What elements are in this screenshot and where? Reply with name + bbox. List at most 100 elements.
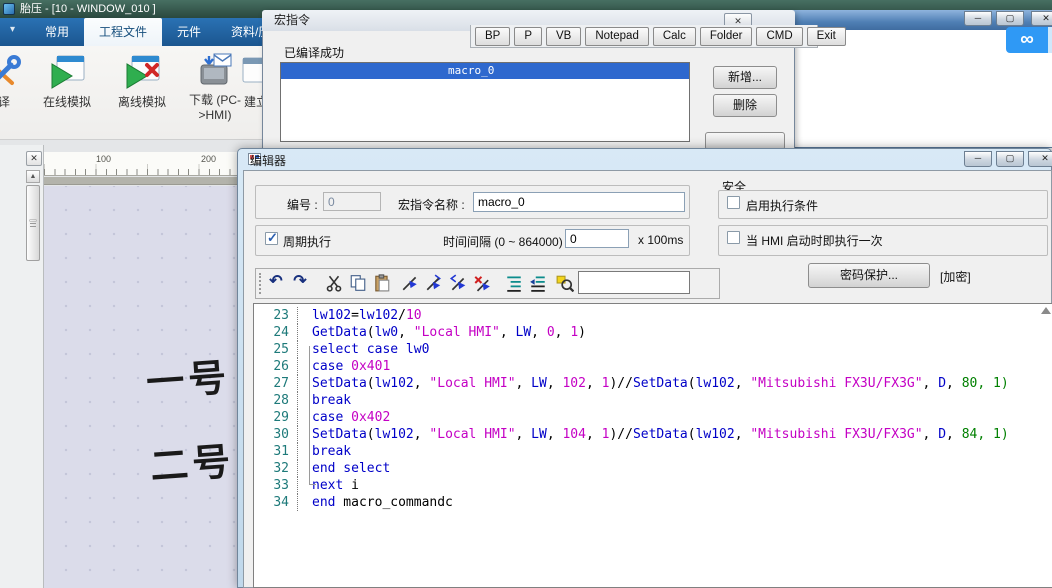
line-number: 31: [254, 443, 298, 460]
run-once-label: 当 HMI 启动时即执行一次: [746, 232, 883, 249]
encrypted-label: [加密]: [940, 268, 971, 285]
code-line: 23lw102=lw102/10: [254, 307, 1052, 324]
code-line: 34end macro_commandc: [254, 494, 1052, 511]
tab-object[interactable]: 元件: [162, 18, 216, 46]
ribbon-item-online-sim[interactable]: 在线模拟: [25, 54, 109, 110]
ruler-mark-200: 200: [201, 154, 216, 164]
code-line: 28break: [254, 392, 1052, 409]
redo-icon[interactable]: ↷: [290, 272, 310, 292]
cloud-badge[interactable]: ∞: [1006, 27, 1048, 53]
app-icon: [3, 3, 15, 15]
dock-close-button[interactable]: ✕: [26, 151, 42, 166]
exec-condition-checkbox[interactable]: [727, 196, 740, 209]
macro-list-selected-row[interactable]: [ID : 000] {P} [加密] macro_0: [281, 63, 689, 79]
toolbar-search-input[interactable]: [578, 271, 690, 294]
ribbon-item-offline-sim[interactable]: 离线模拟: [100, 54, 184, 110]
macro-add-button[interactable]: 新增...: [713, 66, 777, 89]
outdent-icon[interactable]: [529, 274, 547, 292]
editor-maximize-button[interactable]: ▢: [996, 151, 1024, 167]
interval-label: 时间间隔 (0 ~ 864000) :: [443, 233, 569, 250]
bookmark-prev-icon[interactable]: [449, 274, 467, 292]
launcher-button-calc[interactable]: Calc: [653, 27, 696, 46]
ribbon-label-download-2: >HMI): [199, 108, 232, 122]
ribbon-label-offline-sim: 离线模拟: [118, 95, 166, 109]
macro-delete-button[interactable]: 删除: [713, 94, 777, 117]
toolbar-grip[interactable]: [259, 273, 262, 294]
code-line: 33next i: [254, 477, 1052, 494]
main-window-title: 胎压 - [10 - WINDOW_010 ]: [20, 3, 156, 15]
line-number: 27: [254, 375, 298, 392]
quick-access-arrow-icon[interactable]: ▾: [10, 24, 15, 35]
macro-row-meta: [ID : 000] {P} [加密]: [308, 80, 443, 93]
dock-scroll-up-icon[interactable]: ▲: [26, 170, 40, 183]
dock-scrollbar-thumb[interactable]: [26, 185, 40, 261]
canvas-text-two: 二号: [148, 430, 236, 491]
simulator-close-button[interactable]: ✕: [1031, 11, 1052, 26]
code-editor[interactable]: 23lw102=lw102/1024GetData(lw0, "Local HM…: [253, 303, 1052, 588]
password-protect-button[interactable]: 密码保护...: [808, 263, 930, 288]
offline-simulation-icon: [123, 54, 161, 90]
canvas-text-one: 一号: [144, 346, 232, 407]
launcher-button-p[interactable]: P: [514, 27, 542, 46]
interval-field[interactable]: [565, 229, 629, 248]
ribbon-label-compile: 译: [0, 95, 10, 109]
online-simulation-icon: [48, 54, 86, 90]
tab-project[interactable]: 工程文件: [84, 18, 162, 46]
interval-unit-label: x 100ms: [638, 233, 683, 247]
indent-icon[interactable]: [505, 274, 523, 292]
horizontal-ruler: 100 200: [44, 152, 237, 176]
line-number: 34: [254, 494, 298, 511]
tab-home[interactable]: 常用: [30, 18, 84, 46]
periodic-checkbox[interactable]: [265, 232, 278, 245]
exec-condition-label: 启用执行条件: [746, 197, 818, 214]
editor-close-button[interactable]: ✕: [1028, 151, 1052, 167]
code-line: 24GetData(lw0, "Local HMI", LW, 0, 1): [254, 324, 1052, 341]
ruler-strip: [44, 177, 237, 185]
code-line: 31break: [254, 443, 1052, 460]
line-number: 33: [254, 477, 298, 494]
launcher-button-exit[interactable]: Exit: [807, 27, 846, 46]
launcher-button-bp[interactable]: BP: [475, 27, 510, 46]
launcher-button-notepad[interactable]: Notepad: [585, 27, 648, 46]
bookmark-clear-icon[interactable]: [473, 274, 491, 292]
launcher-button-vb[interactable]: VB: [546, 27, 581, 46]
macro-dialog-title: 宏指令: [274, 13, 310, 27]
undo-icon[interactable]: ↶: [266, 272, 286, 292]
copy-icon[interactable]: [349, 274, 367, 292]
macro-name-label: 宏指令名称 :: [398, 196, 465, 213]
code-scroll-up-icon[interactable]: [1041, 307, 1051, 314]
simulator-minimize-button[interactable]: ─: [964, 11, 992, 26]
line-number: 30: [254, 426, 298, 443]
line-number: 26: [254, 358, 298, 375]
compile-status-label: 已编译成功: [284, 44, 344, 61]
bookmark-toggle-icon[interactable]: [401, 274, 419, 292]
editor-minimize-button[interactable]: ─: [964, 151, 992, 167]
wrench-icon: [0, 54, 22, 90]
code-line: 32end select: [254, 460, 1052, 477]
line-number: 29: [254, 409, 298, 426]
macro-id-label: 编号 :: [287, 196, 318, 213]
find-replace-icon[interactable]: [556, 274, 574, 292]
code-line: 30SetData(lw102, "Local HMI", LW, 104, 1…: [254, 426, 1052, 443]
line-number: 28: [254, 392, 298, 409]
screen: 胎压 - [10 - WINDOW_010 ] 常用工程文件元件资料/历史 ▾ …: [0, 0, 1052, 588]
design-canvas[interactable]: 一号 二号: [44, 186, 237, 588]
fold-guide: [309, 346, 316, 485]
editor-window-title: 编辑器: [250, 152, 286, 169]
paste-icon[interactable]: [373, 274, 391, 292]
run-once-checkbox[interactable]: [727, 231, 740, 244]
line-number: 24: [254, 324, 298, 341]
launcher-button-cmd[interactable]: CMD: [756, 27, 802, 46]
macro-id-field[interactable]: [323, 192, 381, 211]
bookmark-next-icon[interactable]: [425, 274, 443, 292]
badge-side-sliver: [1048, 27, 1052, 53]
launcher-button-folder[interactable]: Folder: [700, 27, 753, 46]
macro-row-name: macro_0: [448, 63, 494, 79]
ribbon-label-online-sim: 在线模拟: [43, 95, 91, 109]
cloud-logo-icon: ∞: [1006, 27, 1048, 52]
simulator-maximize-button[interactable]: ▢: [996, 11, 1024, 26]
line-number: 25: [254, 341, 298, 358]
macro-name-field[interactable]: [473, 192, 685, 212]
cut-icon[interactable]: [325, 274, 343, 292]
ribbon-item-compile[interactable]: 译: [0, 54, 22, 110]
